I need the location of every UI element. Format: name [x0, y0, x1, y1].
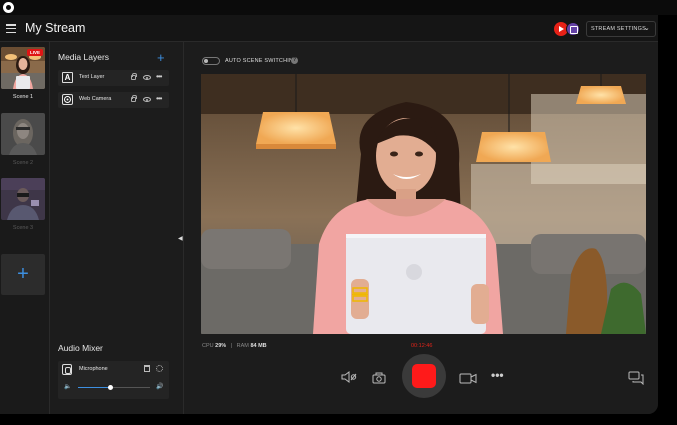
plus-icon: +: [157, 50, 165, 65]
mixer-item-microphone: Microphone 🔈 🔊: [58, 361, 169, 399]
app-logo-icon: [3, 2, 14, 13]
cpu-value: 29%: [215, 343, 227, 349]
microphone-icon: [62, 364, 72, 375]
scene-thumbnail: [1, 178, 45, 220]
cpu-label: CPU: [202, 343, 214, 349]
eye-icon[interactable]: [143, 75, 151, 80]
mixer-source-name: Microphone: [79, 366, 108, 372]
app-window: My Stream STREAM SETTINGS ⌄ LIVE Scene 1…: [0, 15, 658, 414]
scenes-sidebar: LIVE Scene 1 Scene 2 Scene 3 +: [0, 42, 50, 414]
volume-low-icon: 🔈: [64, 384, 72, 390]
layer-item-text[interactable]: A Text Layer •••: [58, 70, 169, 86]
layer-name: Text Layer: [79, 74, 105, 80]
scene-thumbnail: LIVE: [1, 47, 45, 89]
scene-label: Scene 1: [12, 94, 34, 100]
scene-item-3[interactable]: Scene 3: [1, 178, 45, 231]
lock-icon[interactable]: [131, 73, 137, 80]
app-header: My Stream STREAM SETTINGS ⌄: [0, 15, 658, 42]
eye-icon[interactable]: [143, 97, 151, 102]
scene-item-1[interactable]: LIVE Scene 1: [1, 47, 45, 100]
webcam-icon: [62, 94, 73, 105]
page-title: My Stream: [25, 21, 86, 35]
hamburger-icon[interactable]: [6, 24, 16, 34]
more-icon[interactable]: •••: [491, 368, 504, 382]
more-icon[interactable]: •••: [156, 94, 162, 103]
window-titlebar: [0, 0, 677, 15]
layer-handle-icon[interactable]: [351, 286, 369, 304]
media-layers-panel: Media Layers + A Text Layer ••• Web Came…: [51, 42, 184, 414]
volume-slider-thumb[interactable]: [108, 385, 114, 390]
stream-preview: [201, 74, 646, 334]
ram-label: RAM: [236, 343, 249, 349]
audio-mixer-title: Audio Mixer: [58, 343, 103, 353]
text-layer-icon: A: [62, 72, 73, 83]
layer-name: Web Camera: [79, 96, 112, 102]
chevron-down-icon: ⌄: [643, 25, 650, 32]
gear-icon[interactable]: [156, 365, 163, 372]
volume-high-icon: 🔊: [156, 384, 164, 390]
twitch-icon[interactable]: [566, 22, 580, 36]
preview-image: [201, 74, 646, 334]
trash-icon[interactable]: [144, 365, 150, 372]
scene-label: Scene 2: [12, 160, 34, 166]
performance-stats: CPU 29% | RAM 84 MB: [202, 343, 267, 349]
add-layer-button[interactable]: +: [157, 50, 165, 65]
scene-label: Scene 3: [12, 225, 34, 231]
camera-icon[interactable]: [372, 372, 386, 384]
record-button[interactable]: [402, 354, 446, 398]
help-icon[interactable]: ?: [291, 57, 298, 64]
scene-thumbnail: [1, 113, 45, 155]
stats-separator: |: [230, 343, 233, 349]
add-scene-button[interactable]: +: [1, 254, 45, 295]
stream-timer: 00:12:46: [411, 343, 433, 349]
ram-value: 84 MB: [250, 343, 267, 349]
collapse-panel-icon[interactable]: ◀: [178, 235, 183, 242]
auto-scene-switching-label: AUTO SCENE SWITCHING: [225, 58, 298, 64]
scene-item-2[interactable]: Scene 2: [1, 113, 45, 166]
record-icon: [412, 364, 436, 388]
plus-icon: +: [17, 263, 29, 285]
video-camera-icon[interactable]: [459, 373, 477, 384]
lock-icon[interactable]: [131, 95, 137, 102]
stream-settings-button[interactable]: STREAM SETTINGS ⌄: [586, 21, 656, 37]
more-icon[interactable]: •••: [156, 72, 162, 81]
volume-slider[interactable]: [78, 385, 150, 390]
media-layers-title: Media Layers: [58, 52, 110, 62]
volume-slider-fill: [78, 387, 111, 388]
main-stage: AUTO SCENE SWITCHING ? CPU 29% | RAM 84 …: [185, 42, 658, 414]
auto-scene-switching-toggle[interactable]: [202, 57, 220, 65]
chat-icon[interactable]: [628, 371, 644, 385]
mute-speaker-icon[interactable]: [341, 371, 357, 383]
stream-settings-label: STREAM SETTINGS: [591, 26, 646, 32]
layer-item-webcam[interactable]: Web Camera •••: [58, 92, 169, 108]
live-badge: LIVE: [26, 49, 43, 56]
